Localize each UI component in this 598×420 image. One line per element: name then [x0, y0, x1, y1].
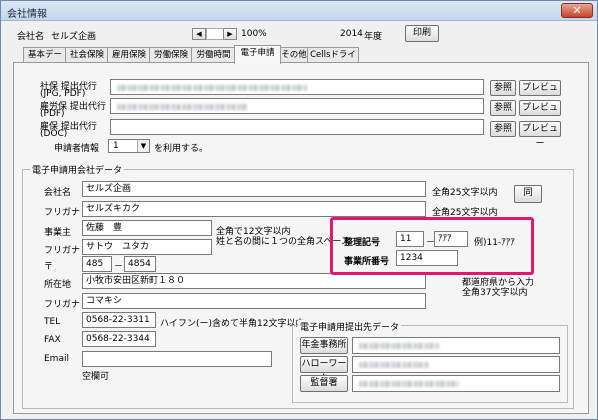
agency-korouho-file-field[interactable] [110, 98, 484, 114]
tab-working-hours[interactable]: 労働時間 [191, 47, 236, 63]
owner-furigana-label: フリガナ [44, 246, 81, 256]
company-data-group-title: 電子申請用会社データ [30, 163, 125, 176]
zip-second-field[interactable]: 4854 [124, 256, 156, 272]
destination-group-title: 電子申請用提出先データ [298, 320, 402, 333]
email-label: Email [44, 354, 69, 364]
redacted-path [117, 85, 307, 91]
tab-electronic-application[interactable]: 電子申請 [234, 45, 281, 64]
close-button[interactable]: ✕ [561, 3, 593, 18]
labor-office-button[interactable]: 監督署 [300, 375, 348, 392]
agency-korouho-preview-button[interactable]: プレビュー [519, 100, 561, 128]
redacted-text [359, 343, 439, 349]
fax-field[interactable]: 0568-22-3344 [82, 331, 156, 347]
tel-label: TEL [44, 317, 61, 327]
owner-furigana-field[interactable]: サトウ ユタカ [82, 239, 212, 255]
zoom-level: 100% [241, 29, 267, 39]
agency-shaho-label2: (JPG, PDF) [40, 89, 86, 99]
print-button[interactable]: 印刷 [405, 25, 439, 42]
seiri-example: 例)11-ｱｱｱ [474, 238, 515, 248]
fax-label: FAX [44, 335, 61, 345]
address-label: 所在地 [44, 280, 72, 290]
chevron-down-icon: ▼ [137, 140, 149, 152]
tab-social-insurance[interactable]: 社会保険 [65, 47, 109, 63]
company-name-field[interactable]: セルズ企画 [82, 181, 426, 197]
zip-label: 〒 [44, 262, 54, 272]
owner-field[interactable]: 佐藤 豊 [82, 220, 212, 236]
address-furigana-label: フリガナ [44, 300, 81, 310]
zip-separator: － [114, 262, 124, 272]
company-name-display: セルズ企画 [51, 32, 97, 42]
seiri-first-field[interactable]: 11 [396, 231, 424, 247]
agency-koho-file-field[interactable] [110, 119, 484, 135]
applicant-info-label: 申請者情報 [54, 144, 100, 154]
applicant-select[interactable]: 1 ▼ [108, 139, 150, 153]
applicant-suffix: を利用する。 [154, 144, 209, 154]
agency-koho-label2: (DOC) [40, 129, 68, 139]
hello-work-field[interactable] [352, 356, 560, 373]
labor-office-field[interactable] [352, 375, 560, 392]
company-label: 会社名 [17, 32, 45, 42]
tab-other[interactable]: その他 [279, 47, 309, 63]
company-furigana-field[interactable]: セルズキカク [82, 201, 426, 217]
address-note-2: 全角37文字以内 [462, 288, 528, 298]
tel-field[interactable]: 0568-22-3311 [82, 312, 156, 328]
title-bar[interactable]: 会社情報 ✕ [1, 1, 597, 21]
owner-label: 事業主 [44, 228, 72, 238]
tab-cells-drive[interactable]: Cellsドライブ [307, 47, 359, 74]
agency-shaho-browse-button[interactable]: 参照 [490, 80, 516, 96]
redacted-text [359, 362, 429, 368]
agency-shaho-preview-button[interactable]: プレビュー [519, 80, 561, 108]
agency-korouho-browse-button[interactable]: 参照 [490, 100, 516, 116]
tab-labor-insurance[interactable]: 労働保険 [149, 47, 193, 63]
hello-work-button[interactable]: ハローワーク [300, 356, 348, 384]
redacted-path [117, 104, 247, 110]
pension-office-field[interactable] [352, 337, 560, 354]
agency-koho-browse-button[interactable]: 参照 [490, 121, 516, 137]
company-name-note: 全角25文字以内 [432, 188, 498, 198]
same-as-button[interactable]: 同 [514, 185, 542, 203]
seiri-label: 整理記号 [344, 238, 381, 248]
address-furigana-field[interactable]: コマキシ [82, 293, 426, 309]
agency-korouho-label2: (PDF) [40, 109, 65, 119]
applicant-select-value: 1 [113, 141, 119, 151]
seiri-second-field[interactable]: ｱｱｱ [434, 231, 468, 247]
year-label: 年度 [364, 32, 383, 42]
tab-employment-insurance[interactable]: 雇用保険 [107, 47, 151, 63]
email-field[interactable] [82, 351, 272, 367]
email-note: 空欄可 [82, 372, 110, 382]
agency-shaho-file-field[interactable] [110, 79, 484, 95]
office-number-label: 事業所番号 [344, 257, 390, 267]
tab-panel: 社保 提出代行 (JPG, PDF) 参照 プレビュー 雇労保 提出代行 (PD… [13, 62, 589, 414]
tab-basic-data[interactable]: 基本データ [23, 47, 67, 74]
window-title: 会社情報 [7, 9, 47, 20]
company-furigana-label: フリガナ [44, 208, 81, 218]
next-company-button[interactable]: ▶ [223, 28, 237, 40]
company-info-window: 会社情報 ✕ 会社名 セルズ企画 ◀ ▶ 100% 2014 年度 印刷 基本デ… [0, 0, 598, 420]
company-name-label: 会社名 [44, 188, 72, 198]
agency-koho-preview-button[interactable]: プレビュー [519, 121, 561, 149]
prev-company-button[interactable]: ◀ [192, 28, 206, 40]
pension-office-button[interactable]: 年金事務所 [300, 337, 348, 354]
redacted-text [359, 381, 459, 387]
tel-note: ハイフン(ー)含めて半角12文字以内 [160, 319, 305, 329]
year-value: 2014 [340, 29, 363, 39]
address-field[interactable]: 小牧市安田区新町１８０ [82, 273, 426, 289]
office-number-field[interactable]: 1234 [396, 250, 458, 266]
zip-first-field[interactable]: 485 [82, 256, 112, 272]
